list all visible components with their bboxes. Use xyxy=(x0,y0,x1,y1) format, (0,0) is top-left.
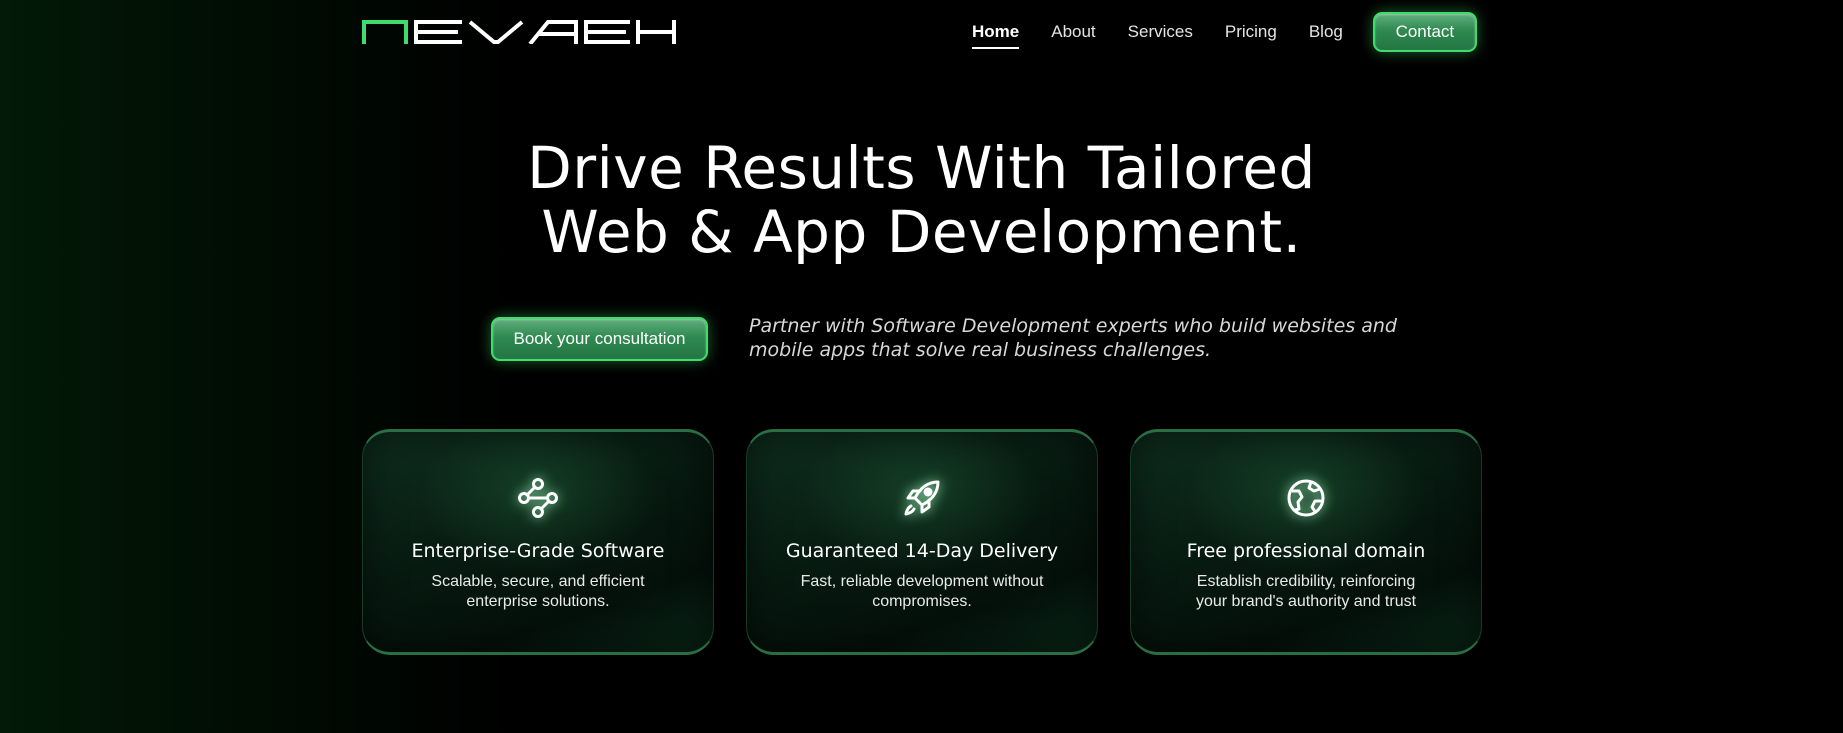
nav-links: Home About Services Pricing Blog Contact xyxy=(972,12,1477,52)
feature-title: Free professional domain xyxy=(1186,540,1426,562)
feature-description-line-1: Scalable, secure, and efficient xyxy=(431,573,645,590)
feature-title: Enterprise-Grade Software xyxy=(411,540,665,562)
nav-link-blog[interactable]: Blog xyxy=(1309,18,1343,46)
nevaeh-logo[interactable] xyxy=(362,20,676,44)
feature-description-line-2: compromises. xyxy=(872,593,972,610)
nav-link-home[interactable]: Home xyxy=(972,18,1020,49)
hero-subtitle: Partner with Software Development expert… xyxy=(749,314,1409,362)
feature-card-domain: Free professional domain Establish credi… xyxy=(1130,429,1482,655)
feature-description: Fast, reliable development without compr… xyxy=(777,572,1067,612)
feature-description-line-1: Establish credibility, reinforcing xyxy=(1196,573,1416,590)
hero-title-line-1: Drive Results With Tailored xyxy=(527,134,1316,202)
rocket-icon xyxy=(904,480,940,516)
connection-nodes-icon xyxy=(518,478,558,518)
book-consultation-button[interactable]: Book your consultation xyxy=(491,317,708,361)
hero-subtitle-line-2: mobile apps that solve real business cha… xyxy=(749,339,1212,361)
feature-description: Establish credibility, reinforcing your … xyxy=(1161,572,1451,612)
hero-title: Drive Results With Tailored Web & App De… xyxy=(0,136,1843,264)
feature-card-enterprise: Enterprise-Grade Software Scalable, secu… xyxy=(362,429,714,655)
feature-description: Scalable, secure, and efficient enterpri… xyxy=(393,572,683,612)
landing-page: Home About Services Pricing Blog Contact… xyxy=(0,0,1843,733)
feature-description-line-1: Fast, reliable development without xyxy=(800,573,1044,590)
feature-description-line-2: your brand's authority and trust xyxy=(1195,593,1417,610)
hero-subtitle-line-1: Partner with Software Development expert… xyxy=(749,315,1397,337)
nav-link-services[interactable]: Services xyxy=(1128,18,1193,46)
nav-link-pricing[interactable]: Pricing xyxy=(1225,18,1277,46)
nav-link-about[interactable]: About xyxy=(1051,18,1095,46)
globe-icon xyxy=(1287,479,1325,517)
hero-title-line-2: Web & App Development. xyxy=(541,198,1302,266)
feature-title: Guaranteed 14-Day Delivery xyxy=(785,540,1059,562)
feature-card-delivery: Guaranteed 14-Day Delivery Fast, reliabl… xyxy=(746,429,1098,655)
top-navigation: Home About Services Pricing Blog Contact xyxy=(0,0,1843,64)
contact-button[interactable]: Contact xyxy=(1372,12,1477,52)
feature-description-line-2: enterprise solutions. xyxy=(466,593,610,610)
